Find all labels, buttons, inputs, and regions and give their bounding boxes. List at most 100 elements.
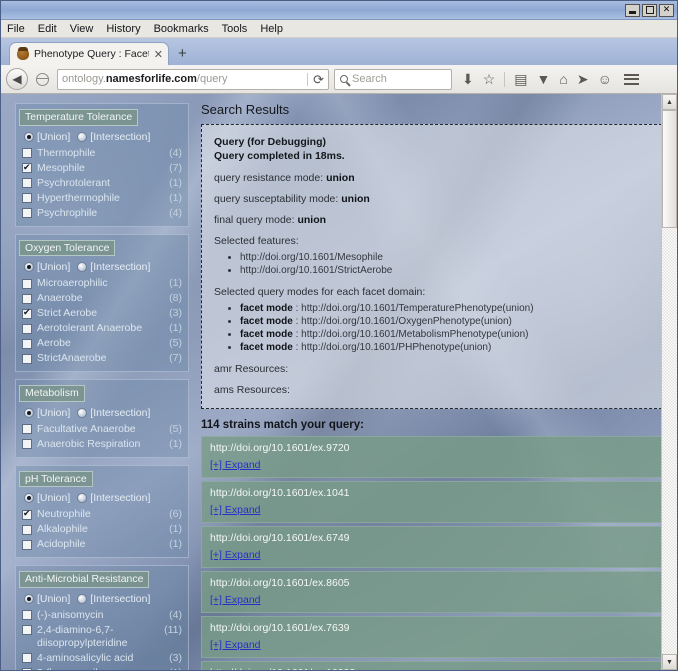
menu-item-help[interactable]: Help [260,23,283,35]
menu-item-edit[interactable]: Edit [38,23,57,35]
result-url[interactable]: http://doi.org/10.1601/ex.9720 [210,441,659,455]
facet-option[interactable]: Neutrophile (6) [22,507,182,522]
facet-option[interactable]: 5-fluorouracil (1) [22,666,182,671]
address-bar[interactable]: ontology.namesforlife.com/query ⟳ [57,69,329,90]
close-button[interactable]: ✕ [659,4,674,17]
result-row[interactable]: http://doi.org/10.1601/ex.9720 [+] Expan… [201,436,667,478]
search-box[interactable]: Search [334,69,452,90]
result-url[interactable]: http://doi.org/10.1601/ex.1041 [210,486,659,500]
expand-link[interactable]: [+] Expand [210,549,261,562]
checkbox-icon[interactable] [22,324,32,334]
checkbox-icon[interactable] [22,294,32,304]
facet-option[interactable]: (-)-anisomycin (4) [22,608,182,623]
maximize-button[interactable] [642,4,657,17]
reload-icon[interactable]: ⟳ [307,73,324,86]
mode-union[interactable]: [Union] [24,131,70,143]
tab-phenotype-query[interactable]: Phenotype Query : Faceted S... ✕ [9,42,169,65]
debug-susceptability-mode: query susceptability mode: union [214,193,654,205]
pocket-icon[interactable]: ▼ [537,72,551,86]
checkbox-icon[interactable] [22,163,32,173]
share-icon[interactable]: ➤ [577,72,589,86]
mode-union[interactable]: [Union] [24,261,70,273]
menu-item-tools[interactable]: Tools [222,23,248,35]
mode-union[interactable]: [Union] [24,407,70,419]
checkbox-icon[interactable] [22,439,32,449]
checkbox-icon[interactable] [22,279,32,289]
facet-option[interactable]: Thermophile (4) [22,146,182,161]
facet-option[interactable]: Aerotolerant Anaerobe (1) [22,321,182,336]
mode-intersection[interactable]: [Intersection] [77,407,150,419]
result-row[interactable]: http://doi.org/10.1601/ex.6749 [+] Expan… [201,526,667,568]
result-url[interactable]: http://doi.org/10.1601/ex.6749 [210,531,659,545]
facet-option[interactable]: 4-aminosalicylic acid (3) [22,651,182,666]
result-url[interactable]: http://doi.org/10.1601/ex.7639 [210,621,659,635]
library-icon[interactable]: ▤ [514,72,527,86]
checkbox-icon[interactable] [22,208,32,218]
scroll-up-button[interactable]: ▲ [662,94,677,110]
home-icon[interactable]: ⌂ [559,72,567,86]
mode-union[interactable]: [Union] [24,492,70,504]
result-url[interactable]: http://doi.org/10.1601/ex.8605 [210,576,659,590]
mode-union[interactable]: [Union] [24,593,70,605]
facet-option[interactable]: Psychrotolerant (1) [22,176,182,191]
checkbox-icon[interactable] [22,309,32,319]
checkbox-icon[interactable] [22,339,32,349]
checkbox-icon[interactable] [22,178,32,188]
expand-link[interactable]: [+] Expand [210,639,261,652]
forward-button[interactable] [33,70,52,89]
tab-close-icon[interactable]: ✕ [154,48,163,61]
feedback-icon[interactable]: ☺ [598,72,612,86]
expand-link[interactable]: [+] Expand [210,594,261,607]
debug-amr-label: amr Resources: [214,363,654,375]
facet-option[interactable]: Aerobe (5) [22,336,182,351]
mode-intersection[interactable]: [Intersection] [77,261,150,273]
minimize-button[interactable] [625,4,640,17]
new-tab-button[interactable]: + [178,45,187,62]
back-button[interactable]: ◀ [6,68,28,90]
result-row[interactable]: http://doi.org/10.1601/ex.1041 [+] Expan… [201,481,667,523]
menu-item-bookmarks[interactable]: Bookmarks [154,23,209,35]
expand-link[interactable]: [+] Expand [210,504,261,517]
result-row[interactable]: http://doi.org/10.1601/ex.10993 [+] Expa… [201,661,667,670]
facet-option[interactable]: Alkalophile (1) [22,522,182,537]
facet-option[interactable]: Strict Aerobe (3) [22,306,182,321]
result-url[interactable]: http://doi.org/10.1601/ex.10993 [210,666,659,670]
menu-icon[interactable] [624,74,639,85]
scrollbar-thumb[interactable] [662,110,677,228]
mode-intersection[interactable]: [Intersection] [77,492,150,504]
facet-option[interactable]: Mesophile (7) [22,161,182,176]
vertical-scrollbar[interactable]: ▲ ▼ [661,94,677,670]
menu-item-view[interactable]: View [70,23,94,35]
result-row[interactable]: http://doi.org/10.1601/ex.8605 [+] Expan… [201,571,667,613]
result-row[interactable]: http://doi.org/10.1601/ex.7639 [+] Expan… [201,616,667,658]
facet-option[interactable]: Facultative Anaerobe (5) [22,422,182,437]
checkbox-icon[interactable] [22,354,32,364]
checkbox-icon[interactable] [22,540,32,550]
scroll-down-button[interactable]: ▼ [662,654,677,670]
facet-option[interactable]: Microaerophilic (1) [22,276,182,291]
checkbox-icon[interactable] [22,653,32,663]
checkbox-icon[interactable] [22,610,32,620]
checkbox-icon[interactable] [22,668,32,670]
checkbox-icon[interactable] [22,193,32,203]
facet-option[interactable]: Psychrophile (4) [22,206,182,221]
download-icon[interactable]: ⬇ [462,72,474,86]
checkbox-icon[interactable] [22,424,32,434]
mode-intersection[interactable]: [Intersection] [77,593,150,605]
facet-option[interactable]: Anaerobic Respiration (1) [22,437,182,452]
bookmark-star-icon[interactable]: ☆ [483,72,496,86]
facet-option[interactable]: Hyperthermophile (1) [22,191,182,206]
expand-link[interactable]: [+] Expand [210,459,261,472]
checkbox-icon[interactable] [22,625,32,635]
menu-item-history[interactable]: History [106,23,140,35]
checkbox-icon[interactable] [22,148,32,158]
checkbox-icon[interactable] [22,525,32,535]
facet-option[interactable]: StrictAnaerobe (7) [22,351,182,366]
facet-option[interactable]: Acidophile (1) [22,537,182,552]
mode-intersection[interactable]: [Intersection] [77,131,150,143]
menu-item-file[interactable]: File [7,23,25,35]
checkbox-icon[interactable] [22,510,32,520]
facet-option[interactable]: 2,4-diamino-6,7-diisopropylpteridine (11… [22,623,182,651]
facet-option[interactable]: Anaerobe (8) [22,291,182,306]
scrollbar-track[interactable] [662,110,677,654]
